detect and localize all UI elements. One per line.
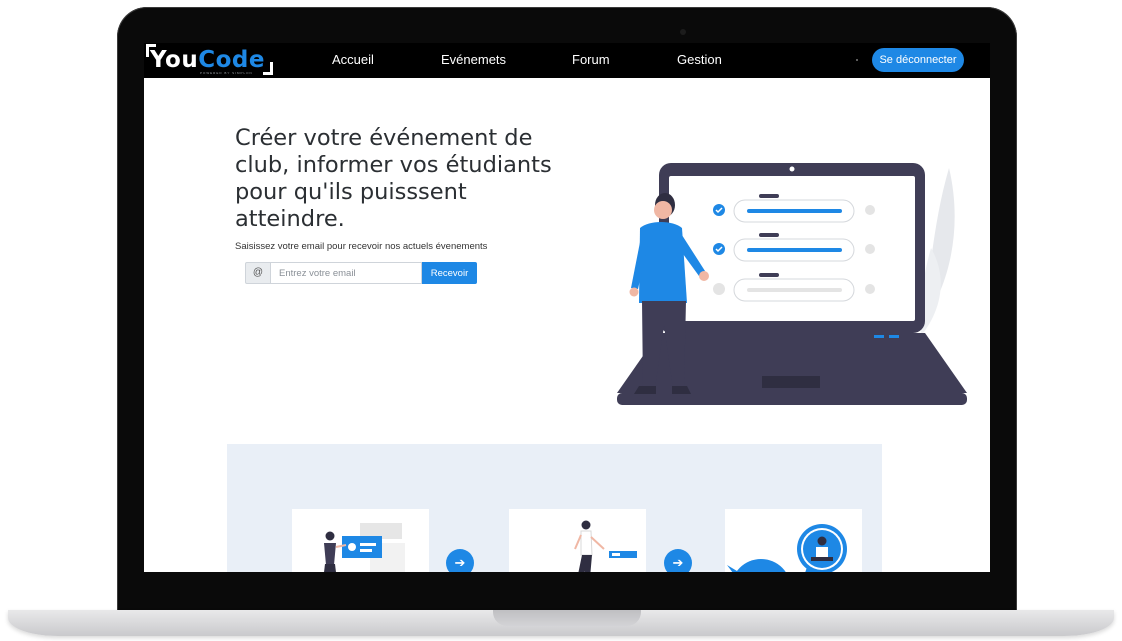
navbar: YouCode POWERED BY SIMPLON Accueil Evéne… [144, 43, 990, 78]
laptop-key-highlight [874, 335, 884, 338]
laptop-camera-dot [789, 166, 795, 172]
logo-text-code: Code [198, 47, 265, 73]
nav-link-gestion[interactable]: Gestion [677, 52, 722, 68]
laptop-notch [493, 610, 641, 626]
receive-button[interactable]: Recevoir [422, 262, 477, 284]
unchecked-icon [865, 205, 875, 215]
step-card-3 [725, 509, 862, 572]
at-sign-icon: @ [245, 262, 271, 284]
email-input-group: @ Recevoir [245, 262, 477, 284]
hero-title: Créer votre événement de club, informer … [235, 125, 552, 232]
nav-link-forum[interactable]: Forum [572, 52, 610, 68]
logo-bracket-right [262, 62, 273, 75]
nav-link-accueil[interactable]: Accueil [332, 52, 374, 68]
step-card-2 [509, 509, 646, 572]
email-input[interactable] [271, 262, 422, 284]
person-presentation-icon [324, 523, 405, 572]
unchecked-icon [865, 284, 875, 294]
arrow-right-icon [664, 549, 692, 572]
logo-bracket-left [146, 44, 156, 57]
camera-icon [680, 29, 686, 35]
laptop-checklist-illustration [617, 163, 967, 405]
nav-divider-dot [856, 59, 858, 61]
person-walking-icon [574, 520, 637, 572]
chat-bubbles-icon [727, 524, 847, 572]
unchecked-icon [865, 244, 875, 254]
logo-text-you: You [150, 47, 199, 73]
hero-subtitle: Saisissez votre email pour recevoir nos … [235, 241, 488, 252]
logo-tagline: POWERED BY SIMPLON [200, 71, 253, 75]
logout-button[interactable]: Se déconnecter [872, 48, 964, 72]
unchecked-icon [713, 283, 725, 295]
laptop-trackpad [762, 376, 820, 388]
laptop-key-highlight-2 [889, 335, 899, 338]
laptop-front-edge [617, 393, 967, 405]
website-screen: YouCode POWERED BY SIMPLON Accueil Evéne… [144, 43, 990, 572]
nav-link-evenements[interactable]: Evénemets [441, 52, 506, 68]
step-card-1 [292, 509, 429, 572]
steps-section [227, 444, 882, 572]
arrow-right-icon [446, 549, 474, 572]
